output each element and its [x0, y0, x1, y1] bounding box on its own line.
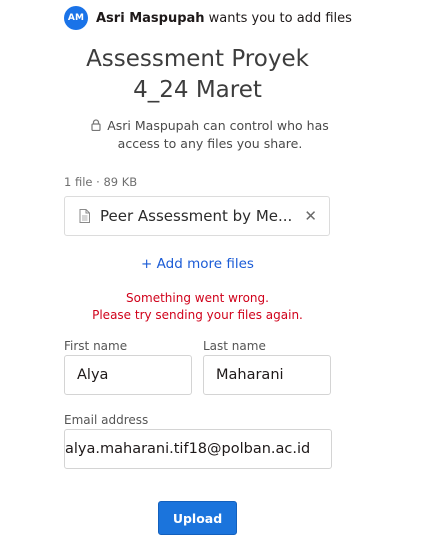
- sender-name: Asri Maspupah: [96, 10, 205, 26]
- page-title: Assessment Proyek 4_24 Maret: [0, 44, 395, 106]
- file-name: Peer Assessment by Me...: [100, 207, 293, 225]
- add-more-files-link[interactable]: + Add more files: [0, 256, 395, 272]
- document-icon: [79, 209, 90, 223]
- file-list-item: Peer Assessment by Me... ✕: [64, 196, 330, 236]
- last-name-label: Last name: [203, 339, 266, 353]
- title-line-2: 4_24 Maret: [133, 77, 262, 103]
- privacy-note: Asri Maspupah can control who has access…: [80, 117, 340, 152]
- request-message: Asri Maspupah wants you to add files: [96, 11, 352, 26]
- upload-button[interactable]: Upload: [158, 501, 237, 535]
- message-suffix: wants you to add files: [204, 10, 352, 26]
- title-line-1: Assessment Proyek: [86, 46, 309, 72]
- first-name-label: First name: [64, 339, 128, 353]
- last-name-field[interactable]: [203, 355, 331, 395]
- file-summary: 1 file · 89 KB: [64, 175, 138, 189]
- error-message: Something went wrong. Please try sending…: [0, 290, 395, 324]
- email-field[interactable]: [64, 429, 332, 469]
- error-line-1: Something went wrong.: [126, 291, 269, 305]
- lock-icon: [91, 118, 101, 135]
- avatar: AM: [64, 6, 88, 30]
- first-name-field[interactable]: [64, 355, 192, 395]
- request-header: AM Asri Maspupah wants you to add files: [64, 6, 352, 30]
- remove-file-icon[interactable]: ✕: [304, 208, 317, 224]
- privacy-text: Asri Maspupah can control who has access…: [107, 118, 329, 151]
- file-request-page: AM Asri Maspupah wants you to add files …: [0, 0, 425, 560]
- email-label: Email address: [64, 413, 149, 427]
- error-line-2: Please try sending your files again.: [92, 308, 303, 322]
